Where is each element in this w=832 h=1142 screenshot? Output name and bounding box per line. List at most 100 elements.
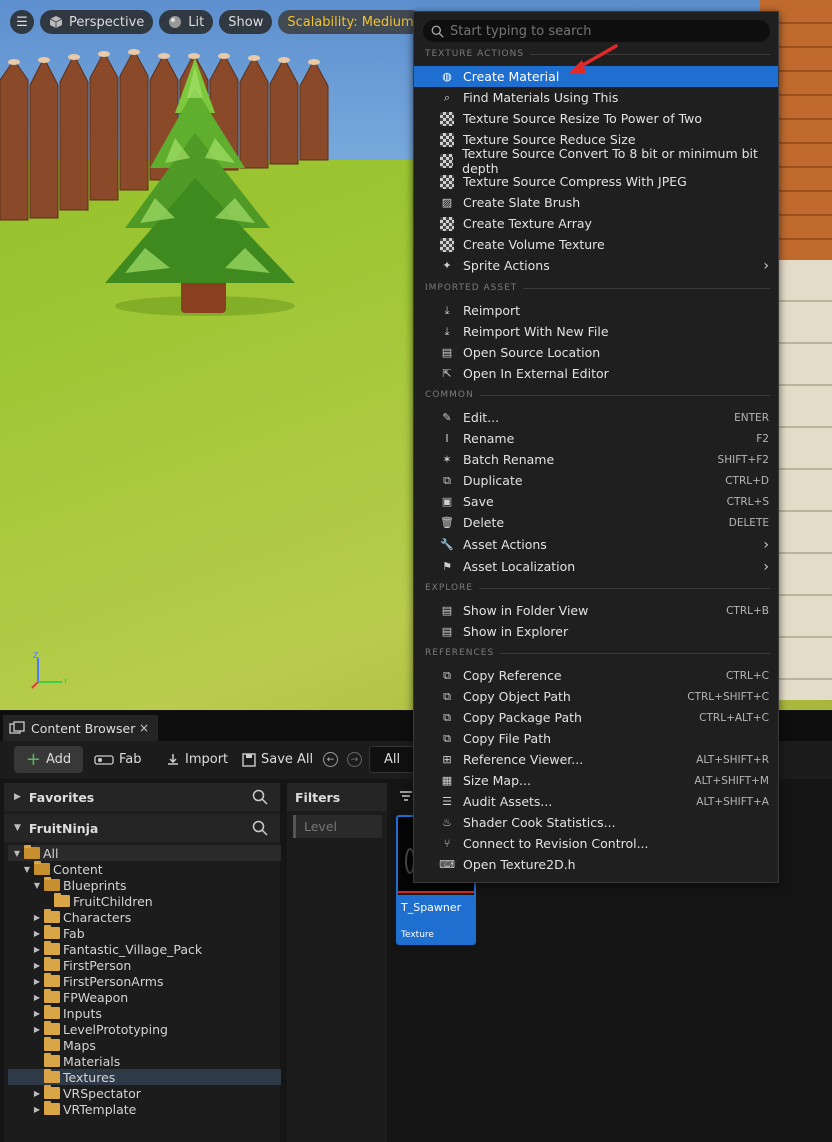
scalability-button[interactable]: Scalability: Medium	[278, 10, 423, 34]
tree-item-firstpersonarms[interactable]: ▶ FirstPersonArms	[8, 973, 281, 989]
tree-item-content[interactable]: ▼ Content	[8, 861, 281, 877]
filter-level-chip[interactable]: Level	[293, 815, 382, 838]
fab-button[interactable]: Fab	[94, 746, 142, 773]
tree-item-vrspectator[interactable]: ▶ VRSpectator	[8, 1085, 281, 1101]
menu-item-copy-reference[interactable]: ⧉ Copy Reference CTRL+C	[414, 665, 778, 686]
tree-item-materials[interactable]: Materials	[8, 1053, 281, 1069]
menu-item-label: Open Source Location	[463, 345, 601, 360]
collapsed-arrow-icon[interactable]: ▶	[32, 913, 42, 922]
menu-search-box[interactable]	[423, 20, 770, 42]
delete-icon: 🗑	[440, 516, 454, 529]
show-button[interactable]: Show	[219, 10, 273, 34]
tree-item-levelprototyping[interactable]: ▶ LevelPrototyping	[8, 1021, 281, 1037]
menu-item-copy-file-path[interactable]: ⧉ Copy File Path	[414, 728, 778, 749]
project-header[interactable]: ▼ FruitNinja	[4, 814, 280, 842]
folder-icon	[44, 1005, 60, 1019]
menu-item-asset-actions[interactable]: 🔧 Asset Actions ›	[414, 534, 778, 555]
tree-item-fpweapon[interactable]: ▶ FPWeapon	[8, 989, 281, 1005]
menu-item-open-source-location[interactable]: ▤ Open Source Location	[414, 342, 778, 363]
search-icon[interactable]	[252, 789, 268, 805]
menu-item-duplicate[interactable]: ⧉ Duplicate CTRL+D	[414, 470, 778, 491]
menu-item-reference-viewer[interactable]: ⊞ Reference Viewer... ALT+SHIFT+R	[414, 749, 778, 770]
expanded-arrow-icon[interactable]: ▼	[32, 881, 42, 890]
tree-item-label: Blueprints	[63, 877, 127, 893]
close-tab-icon[interactable]: ×	[139, 721, 149, 735]
collapsed-arrow-icon[interactable]: ▶	[32, 977, 42, 986]
menu-item-audit-assets[interactable]: ☰ Audit Assets... ALT+SHIFT+A	[414, 791, 778, 812]
collapsed-arrow-icon[interactable]: ▶	[32, 1009, 42, 1018]
expanded-arrow-icon[interactable]: ▼	[12, 849, 22, 858]
menu-item-batch-rename[interactable]: ✶ Batch Rename SHIFT+F2	[414, 449, 778, 470]
tree-item-all[interactable]: ▼ All	[8, 845, 281, 861]
collapsed-arrow-icon[interactable]: ▶	[32, 1105, 42, 1114]
menu-item-create-slate-brush[interactable]: ▨ Create Slate Brush	[414, 192, 778, 213]
menu-section-label: IMPORTED ASSET	[425, 283, 518, 293]
menu-item-reimport[interactable]: ⤓ Reimport	[414, 300, 778, 321]
viewport-menu-button[interactable]: ☰	[10, 10, 34, 34]
lit-button[interactable]: Lit	[159, 10, 214, 34]
menu-item-open-in-external-editor[interactable]: ⇱ Open In External Editor	[414, 363, 778, 384]
menu-item-create-texture-array[interactable]: Create Texture Array	[414, 213, 778, 234]
menu-search-input[interactable]	[450, 23, 750, 39]
sphere-icon	[169, 16, 182, 28]
menu-item-connect-to-revision-control[interactable]: ⑂ Connect to Revision Control...	[414, 833, 778, 854]
menu-item-reimport-with-new-file[interactable]: ⤓ Reimport With New File	[414, 321, 778, 342]
menu-item-sprite-actions[interactable]: ✦ Sprite Actions ›	[414, 255, 778, 276]
tree-item-fab[interactable]: ▶ Fab	[8, 925, 281, 941]
menu-item-texture-source-resize-to-power-of-two[interactable]: Texture Source Resize To Power of Two	[414, 108, 778, 129]
menu-item-show-in-explorer[interactable]: ▤ Show in Explorer	[414, 621, 778, 642]
expanded-arrow-icon[interactable]: ▼	[22, 865, 32, 874]
tree-item-fruitchildren[interactable]: FruitChildren	[8, 893, 281, 909]
menu-item-copy-object-path[interactable]: ⧉ Copy Object Path CTRL+SHIFT+C	[414, 686, 778, 707]
folder-icon	[44, 957, 60, 971]
scalability-label: Scalability: Medium	[287, 14, 414, 30]
back-icon[interactable]: ←	[323, 752, 338, 767]
save-all-button[interactable]: Save All	[242, 746, 313, 773]
axis-z-label: Z	[33, 651, 39, 660]
menu-item-texture-source-compress-with-jpeg[interactable]: Texture Source Compress With JPEG	[414, 171, 778, 192]
collapsed-arrow-icon[interactable]: ▶	[32, 945, 42, 954]
menu-item-label: Batch Rename	[463, 452, 555, 467]
menu-item-edit[interactable]: ✎ Edit... ENTER	[414, 407, 778, 428]
menu-item-create-volume-texture[interactable]: Create Volume Texture	[414, 234, 778, 255]
menu-item-texture-source-convert-to-8-bit-or-minimum-bit-depth[interactable]: Texture Source Convert To 8 bit or minim…	[414, 146, 778, 176]
add-button[interactable]: + Add	[14, 746, 83, 773]
tree-item-fantastic-village-pack[interactable]: ▶ Fantastic_Village_Pack	[8, 941, 281, 957]
search-icon[interactable]	[252, 820, 268, 836]
sprite-icon: ✦	[442, 259, 452, 272]
tree-item-label: Fantastic_Village_Pack	[63, 941, 203, 957]
menu-item-asset-localization[interactable]: ⚑ Asset Localization ›	[414, 556, 778, 577]
folder-icon	[44, 1021, 60, 1035]
menu-item-delete[interactable]: 🗑 Delete DELETE	[414, 512, 778, 533]
collapsed-arrow-icon[interactable]: ▶	[32, 961, 42, 970]
tree-item-firstperson[interactable]: ▶ FirstPerson	[8, 957, 281, 973]
menu-item-label: Shader Cook Statistics...	[463, 815, 616, 830]
perspective-button[interactable]: Perspective	[40, 10, 154, 34]
menu-item-find-materials-using-this[interactable]: ⌕ Find Materials Using This	[414, 87, 778, 108]
tree-item-characters[interactable]: ▶ Characters	[8, 909, 281, 925]
collapsed-arrow-icon[interactable]: ▶	[32, 993, 42, 1002]
tree-item-maps[interactable]: Maps	[8, 1037, 281, 1053]
collapsed-arrow-icon[interactable]: ▶	[32, 929, 42, 938]
fab-icon	[94, 754, 114, 765]
import-button[interactable]: Import	[166, 746, 228, 773]
menu-section-label: REFERENCES	[425, 648, 495, 658]
menu-item-copy-package-path[interactable]: ⧉ Copy Package Path CTRL+ALT+C	[414, 707, 778, 728]
forward-icon[interactable]: →	[347, 752, 362, 767]
menu-item-save[interactable]: ▣ Save CTRL+S	[414, 491, 778, 512]
filter-icon[interactable]	[399, 791, 413, 803]
collapsed-arrow-icon[interactable]: ▶	[32, 1089, 42, 1098]
tree-item-blueprints[interactable]: ▼ Blueprints	[8, 877, 281, 893]
menu-item-shader-cook-statistics[interactable]: ♨ Shader Cook Statistics...	[414, 812, 778, 833]
favorites-header[interactable]: ▶ Favorites	[4, 783, 280, 811]
menu-item-rename[interactable]: Ⅰ Rename F2	[414, 428, 778, 449]
tree-item-textures[interactable]: Textures	[8, 1069, 281, 1085]
tab-content-browser[interactable]: Content Browser ×	[3, 715, 158, 741]
menu-item-label: Save	[463, 494, 494, 509]
tree-item-vrtemplate[interactable]: ▶ VRTemplate	[8, 1101, 281, 1117]
menu-item-show-in-folder-view[interactable]: ▤ Show in Folder View CTRL+B	[414, 600, 778, 621]
tree-item-inputs[interactable]: ▶ Inputs	[8, 1005, 281, 1021]
menu-item-size-map[interactable]: ▦ Size Map... ALT+SHIFT+M	[414, 770, 778, 791]
menu-item-open-texture2d-h[interactable]: ⌨ Open Texture2D.h	[414, 854, 778, 875]
collapsed-arrow-icon[interactable]: ▶	[32, 1025, 42, 1034]
